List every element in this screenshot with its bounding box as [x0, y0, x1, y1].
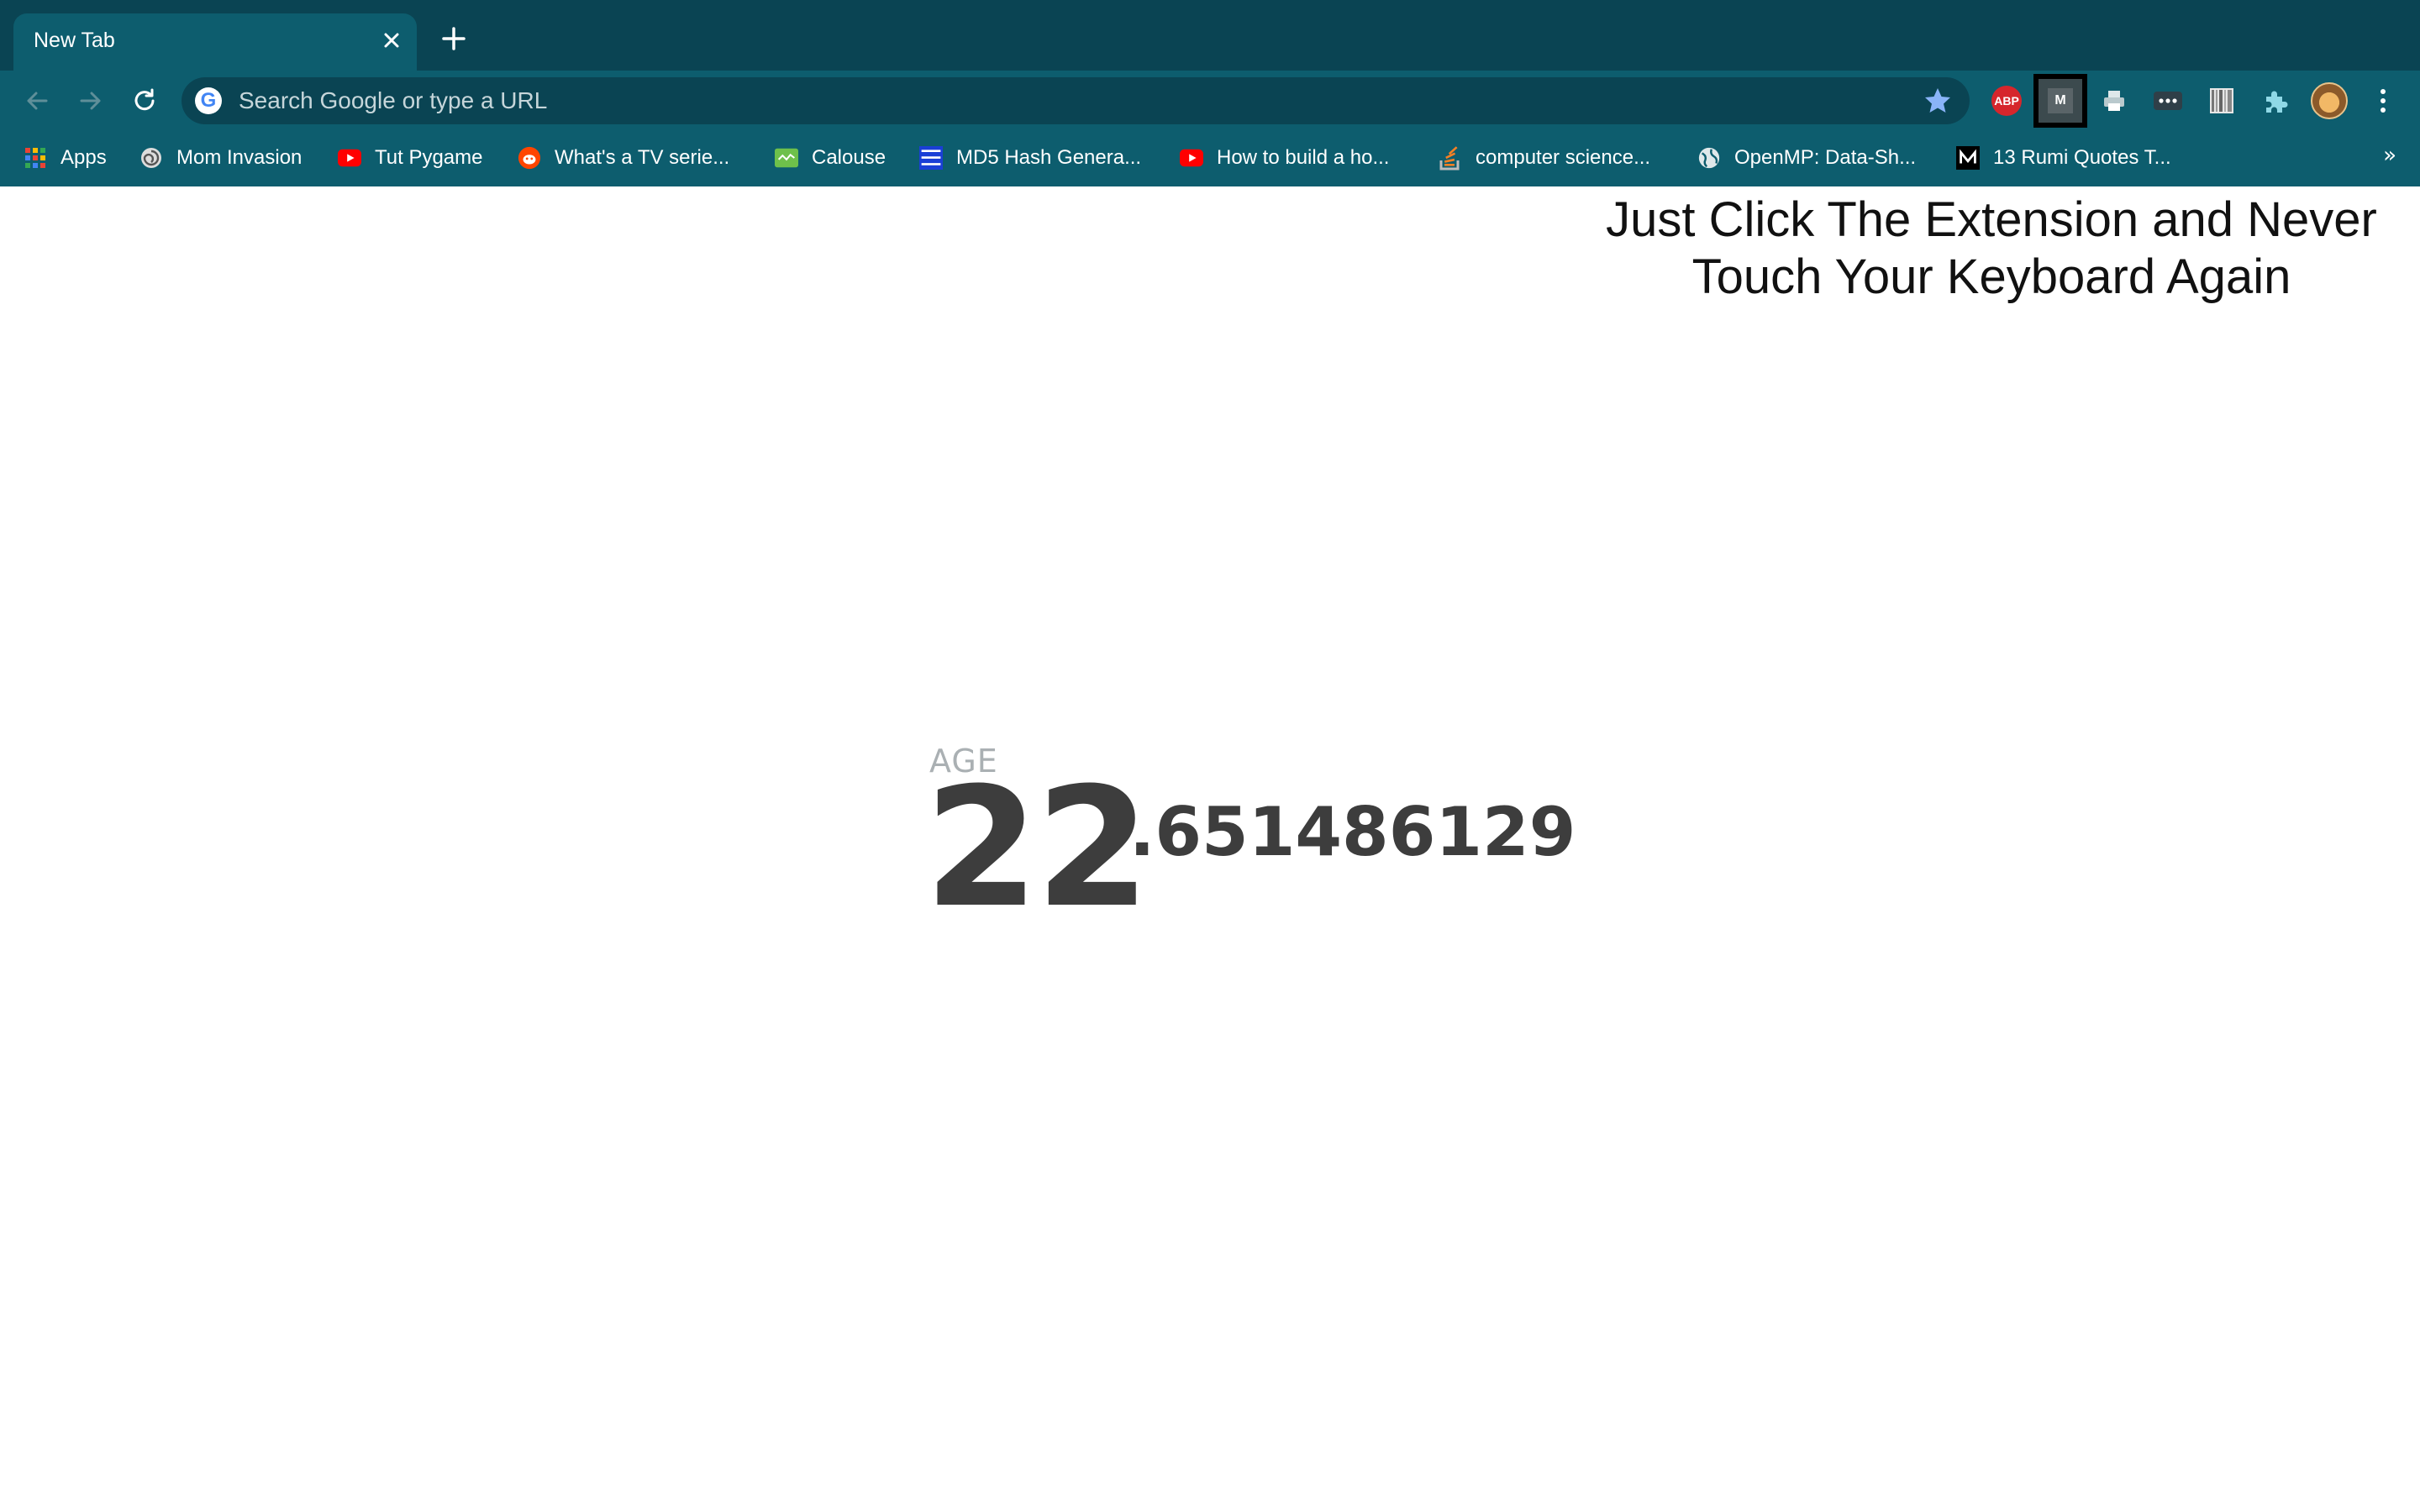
- bookmarks-overflow-button[interactable]: »: [2383, 143, 2396, 168]
- bookmark-rumi-quotes[interactable]: 13 Rumi Quotes T...: [1956, 143, 2171, 173]
- vertical-dots-icon: [2381, 89, 2386, 113]
- youtube-icon: [338, 146, 361, 170]
- adblock-plus-extension[interactable]: ABP: [1988, 82, 2025, 119]
- bookmark-label: computer science...: [1476, 146, 1651, 169]
- puzzle-piece-icon: [2266, 91, 2288, 113]
- password-extension[interactable]: [2149, 82, 2186, 119]
- reload-button[interactable]: [126, 82, 163, 119]
- bookmark-mom-invasion[interactable]: Mom Invasion: [139, 143, 302, 173]
- bookmark-label: Apps: [60, 146, 107, 169]
- stackoverflow-icon: [1439, 146, 1462, 171]
- youtube-icon: [1180, 146, 1203, 170]
- m-extension-icon: M: [2048, 88, 2073, 113]
- bookmark-md5-hash[interactable]: MD5 Hash Genera...: [919, 143, 1141, 173]
- back-button[interactable]: [18, 82, 55, 119]
- spiral-icon: [139, 146, 163, 170]
- globe-icon: [1697, 146, 1721, 170]
- bookmark-apps[interactable]: Apps: [24, 143, 107, 173]
- bookmark-label: 13 Rumi Quotes T...: [1993, 146, 2171, 169]
- arrow-right-icon: [80, 92, 101, 110]
- bookmark-openmp[interactable]: OpenMP: Data-Sh...: [1697, 143, 1916, 173]
- bookmark-label: Tut Pygame: [375, 146, 483, 169]
- tab-new-tab[interactable]: New Tab: [13, 13, 417, 71]
- calouse-icon: [775, 146, 798, 170]
- extension-frame: M: [2033, 74, 2087, 128]
- print-extension[interactable]: [2096, 82, 2133, 119]
- bookmark-label: Calouse: [812, 146, 886, 169]
- barcode-extension[interactable]: [2203, 82, 2240, 119]
- extensions-menu-button[interactable]: [2257, 82, 2294, 119]
- bookmark-label: MD5 Hash Genera...: [956, 146, 1142, 169]
- profile-button[interactable]: [2311, 82, 2348, 119]
- reddit-icon: [518, 146, 541, 170]
- address-input[interactable]: [237, 84, 1918, 118]
- printer-icon: [2104, 91, 2124, 111]
- highlighted-extension[interactable]: M: [2033, 74, 2087, 128]
- bookmark-how-to-build[interactable]: How to build a ho...: [1180, 143, 1389, 173]
- reload-icon: [134, 88, 155, 111]
- bookmark-label: What's a TV serie...: [555, 146, 730, 169]
- close-icon[interactable]: [378, 27, 405, 54]
- tab-title: New Tab: [34, 29, 115, 52]
- omnibox[interactable]: G: [182, 77, 1970, 124]
- age-integer: 22: [924, 753, 1150, 944]
- arrow-left-icon: [27, 92, 48, 110]
- forward-button[interactable]: [72, 82, 109, 119]
- toolbar: G ABP M: [0, 71, 2420, 131]
- tab-strip: New Tab: [0, 0, 2420, 71]
- adblock-plus-icon: ABP: [1991, 86, 2022, 116]
- promo-line-1: Just Click The Extension and Never: [1606, 192, 2377, 247]
- bookmark-calouse[interactable]: Calouse: [775, 143, 886, 173]
- password-dots-icon: [2154, 92, 2182, 110]
- apps-grid-icon: [24, 146, 47, 170]
- bookmark-label: Mom Invasion: [176, 146, 302, 169]
- bookmark-tut-pygame[interactable]: Tut Pygame: [338, 143, 483, 173]
- bookmark-label: How to build a ho...: [1217, 146, 1390, 169]
- promo-text: Just Click The Extension and Never Touch…: [1580, 192, 2403, 306]
- bookmark-tv-series[interactable]: What's a TV serie...: [518, 143, 729, 173]
- bookmark-computer-science[interactable]: computer science...: [1439, 143, 1650, 173]
- promo-line-2: Touch Your Keyboard Again: [1691, 249, 2291, 304]
- new-tab-plus-icon[interactable]: [437, 22, 471, 55]
- age-counter: AGE 22 .651486129: [924, 743, 1686, 944]
- bookmark-star-icon[interactable]: [1923, 86, 1953, 116]
- bookmarks-bar: Apps Mom Invasion Tut Pygame What's a TV…: [0, 131, 2420, 186]
- md5-site-icon: [919, 146, 943, 170]
- barcode-icon: [2210, 88, 2233, 113]
- age-fraction: .651486129: [1129, 793, 1576, 871]
- bookmark-label: OpenMP: Data-Sh...: [1734, 146, 1917, 169]
- medium-icon: [1956, 146, 1980, 170]
- chrome-menu-button[interactable]: [2365, 82, 2402, 119]
- google-icon: G: [195, 87, 222, 114]
- avatar: [2311, 82, 2348, 119]
